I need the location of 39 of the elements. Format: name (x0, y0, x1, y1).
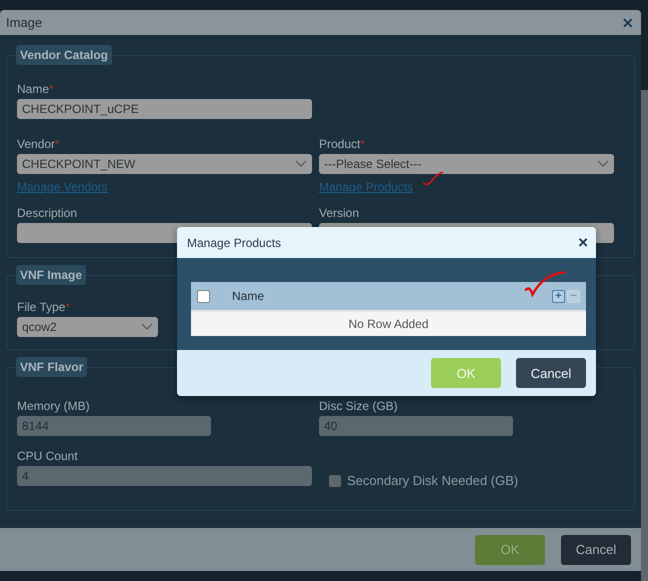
dropdown[interactable]: CHECKPOINT_NEW (17, 154, 312, 174)
section-legend: VNF Flavor (16, 357, 88, 377)
empty-message: No Row Added (348, 317, 429, 331)
scrollbar[interactable] (641, 90, 648, 581)
field-label: File Type* (17, 300, 72, 314)
field-label: Version (319, 206, 360, 220)
close-button[interactable]: × (622, 14, 633, 32)
column-header: Name (232, 289, 266, 303)
field-label: Product* (319, 137, 366, 151)
checkbox[interactable] (329, 474, 341, 486)
caret-icon (597, 160, 609, 168)
caret-icon (141, 323, 153, 331)
link[interactable]: Manage Vendors (17, 180, 108, 194)
modal-title: Manage Products (187, 236, 282, 250)
input-field[interactable]: 8144 (17, 416, 211, 436)
field-label: Name* (17, 82, 55, 96)
caret-icon (295, 160, 307, 168)
field-label: CPU Count (17, 449, 79, 463)
dropdown[interactable]: ---Please Select--- (319, 154, 614, 174)
field-label: Vendor* (17, 137, 61, 151)
field-label: Description (17, 206, 78, 220)
field-label: Memory (MB) (17, 399, 91, 413)
dropdown[interactable]: qcow2 (17, 317, 158, 337)
input-field[interactable]: 4 (17, 466, 312, 486)
checkbox[interactable] (197, 290, 210, 302)
input-field[interactable]: CHECKPOINT_uCPE (17, 99, 312, 119)
close-button[interactable]: × (578, 234, 588, 251)
cancel-button[interactable]: Cancel (516, 358, 586, 388)
link[interactable]: Manage Products (319, 180, 414, 194)
input-field[interactable]: 40 (319, 416, 513, 436)
remove-button[interactable]: − (567, 290, 580, 302)
field-label: Disc Size (GB) (319, 399, 399, 413)
ok-button[interactable]: OK (475, 534, 545, 564)
cancel-button[interactable]: Cancel (561, 534, 631, 564)
checkbox-label: Secondary Disk Needed (GB) (347, 473, 518, 488)
section-legend: VNF Image (16, 265, 86, 285)
dialog-title: Image (6, 15, 42, 30)
section-legend: Vendor Catalog (16, 45, 112, 65)
add-button[interactable]: + (552, 290, 565, 302)
